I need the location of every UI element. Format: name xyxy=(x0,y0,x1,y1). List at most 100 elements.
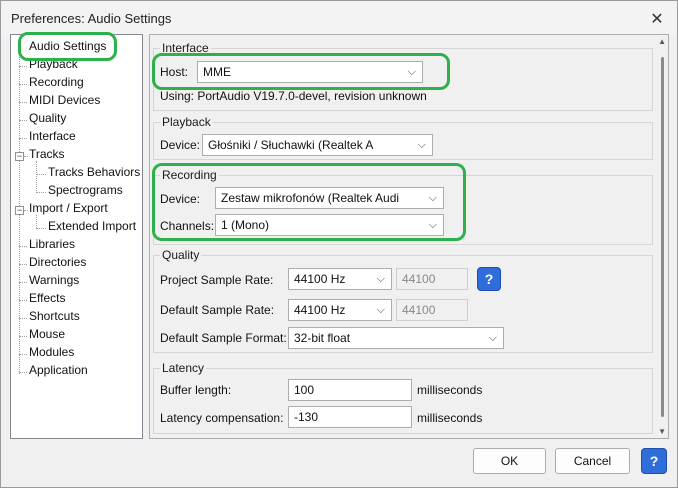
help-icon[interactable]: ? xyxy=(641,448,667,474)
channels-select[interactable]: 1 (Mono) ⌵ xyxy=(215,214,444,236)
tree-item-shortcuts[interactable]: Shortcuts xyxy=(29,307,80,325)
using-text: Using: PortAudio V19.7.0-devel, revision… xyxy=(160,89,427,103)
tree-item-mouse[interactable]: Mouse xyxy=(29,325,65,343)
tree-connector xyxy=(19,84,27,85)
default-rate-select[interactable]: 44100 Hz ⌵ xyxy=(288,299,392,321)
collapse-icon[interactable]: − xyxy=(15,152,24,161)
scroll-thumb[interactable] xyxy=(661,57,664,417)
recording-device-value: Zestaw mikrofonów (Realtek Audi xyxy=(221,191,400,205)
tree-item-label: Interface xyxy=(29,129,76,143)
window-title: Preferences: Audio Settings xyxy=(11,11,172,26)
tree-connector xyxy=(19,264,27,265)
tree-connector xyxy=(19,318,27,319)
tree-connector xyxy=(19,246,27,247)
host-label: Host: xyxy=(160,65,189,79)
chevron-down-icon: ⌵ xyxy=(428,219,437,231)
tree-item-midi-devices[interactable]: MIDI Devices xyxy=(29,91,100,109)
close-icon[interactable]: ✕ xyxy=(645,8,669,30)
default-format-select[interactable]: 32-bit float ⌵ xyxy=(288,327,504,349)
tree-item-recording[interactable]: Recording xyxy=(29,73,84,91)
tree-item-audio-settings[interactable]: Audio Settings xyxy=(29,37,106,55)
tree-item-label: Libraries xyxy=(29,237,76,251)
tree-item-import-export[interactable]: Import / Export xyxy=(29,199,108,217)
chevron-down-icon: ⌵ xyxy=(417,139,426,151)
preferences-tree: − − Audio Settings Playback Recording MI… xyxy=(10,34,143,439)
tree-item-libraries[interactable]: Libraries xyxy=(29,235,75,253)
tree-item-tracks[interactable]: Tracks xyxy=(29,145,65,163)
tree-item-extended-import[interactable]: Extended Import xyxy=(48,217,136,235)
tree-connector xyxy=(19,336,27,337)
chevron-down-icon: ⌵ xyxy=(376,304,385,316)
tree-connector xyxy=(19,282,27,283)
scroll-up-icon[interactable]: ▲ xyxy=(658,37,666,46)
tree-connector xyxy=(24,156,28,157)
tree-item-tracks-behaviors[interactable]: Tracks Behaviors xyxy=(48,163,140,181)
tree-item-quality[interactable]: Quality xyxy=(29,109,66,127)
tree-item-label: Warnings xyxy=(29,273,80,287)
playback-device-select[interactable]: Głośniki / Słuchawki (Realtek A ⌵ xyxy=(202,134,433,156)
channels-value: 1 (Mono) xyxy=(221,218,270,232)
tree-item-effects[interactable]: Effects xyxy=(29,289,65,307)
tree-item-application[interactable]: Application xyxy=(29,361,88,379)
tree-item-label: Audio Settings xyxy=(29,39,107,53)
tree-connector xyxy=(19,138,27,139)
audio-settings-panel: Interface Host: MME ⌵ Using: PortAudio V… xyxy=(149,34,669,439)
tree-connector xyxy=(24,210,28,211)
tree-connector xyxy=(19,300,27,301)
tree-item-label: Effects xyxy=(29,291,66,305)
tree-connector xyxy=(19,120,27,121)
project-rate-select[interactable]: 44100 Hz ⌵ xyxy=(288,268,392,290)
tree-item-playback[interactable]: Playback xyxy=(29,55,78,73)
buffer-length-label: Buffer length: xyxy=(160,383,232,397)
interface-group-title: Interface xyxy=(160,41,211,55)
latency-group-title: Latency xyxy=(160,361,207,375)
tree-item-label: Tracks xyxy=(29,147,65,161)
project-rate-label: Project Sample Rate: xyxy=(160,273,274,287)
tree-item-label: Playback xyxy=(29,57,78,71)
recording-device-select[interactable]: Zestaw mikrofonów (Realtek Audi ⌵ xyxy=(215,187,444,209)
chevron-down-icon: ⌵ xyxy=(428,192,437,204)
tree-item-label: Shortcuts xyxy=(29,309,80,323)
tree-item-label: Modules xyxy=(29,345,75,359)
playback-group-title: Playback xyxy=(160,115,213,129)
tree-connector xyxy=(36,228,46,229)
title-bar: Preferences: Audio Settings ✕ xyxy=(1,1,677,35)
tree-item-directories[interactable]: Directories xyxy=(29,253,86,271)
tree-connector xyxy=(19,354,27,355)
host-select[interactable]: MME ⌵ xyxy=(197,61,423,83)
latency-comp-input[interactable]: -130 xyxy=(288,406,412,428)
latency-comp-unit: milliseconds xyxy=(417,411,483,425)
project-rate-text: 44100 xyxy=(396,268,468,290)
ok-button[interactable]: OK xyxy=(473,448,546,474)
host-value: MME xyxy=(203,65,231,79)
chevron-down-icon: ⌵ xyxy=(488,332,497,344)
tree-connector xyxy=(36,161,37,191)
panel-scrollbar[interactable]: ▲ ▼ xyxy=(654,35,668,438)
preferences-window: Preferences: Audio Settings ✕ − − Audio … xyxy=(0,0,678,488)
tree-item-spectrograms[interactable]: Spectrograms xyxy=(48,181,123,199)
recording-group-title: Recording xyxy=(160,168,219,182)
quality-group-title: Quality xyxy=(160,248,202,262)
tree-item-modules[interactable]: Modules xyxy=(29,343,74,361)
scroll-down-icon[interactable]: ▼ xyxy=(658,427,666,436)
tree-item-warnings[interactable]: Warnings xyxy=(29,271,79,289)
cancel-button[interactable]: Cancel xyxy=(555,448,630,474)
channels-label: Channels: xyxy=(160,219,215,233)
tree-connector xyxy=(36,174,46,175)
tree-item-label: Tracks Behaviors xyxy=(48,165,141,179)
tree-connector xyxy=(36,192,46,193)
chevron-down-icon: ⌵ xyxy=(376,273,385,285)
tree-item-interface[interactable]: Interface xyxy=(29,127,76,145)
latency-comp-label: Latency compensation: xyxy=(160,411,284,425)
tree-item-label: Recording xyxy=(29,75,84,89)
collapse-icon[interactable]: − xyxy=(15,206,24,215)
default-rate-label: Default Sample Rate: xyxy=(160,303,275,317)
buffer-length-input[interactable]: 100 xyxy=(288,379,412,401)
tree-item-label: Import / Export xyxy=(29,201,108,215)
tree-item-label: Extended Import xyxy=(48,219,137,233)
recording-device-label: Device: xyxy=(160,192,201,206)
help-icon[interactable]: ? xyxy=(477,267,501,291)
tree-connector xyxy=(19,372,27,373)
chevron-down-icon: ⌵ xyxy=(407,66,416,78)
tree-connector xyxy=(19,66,27,67)
